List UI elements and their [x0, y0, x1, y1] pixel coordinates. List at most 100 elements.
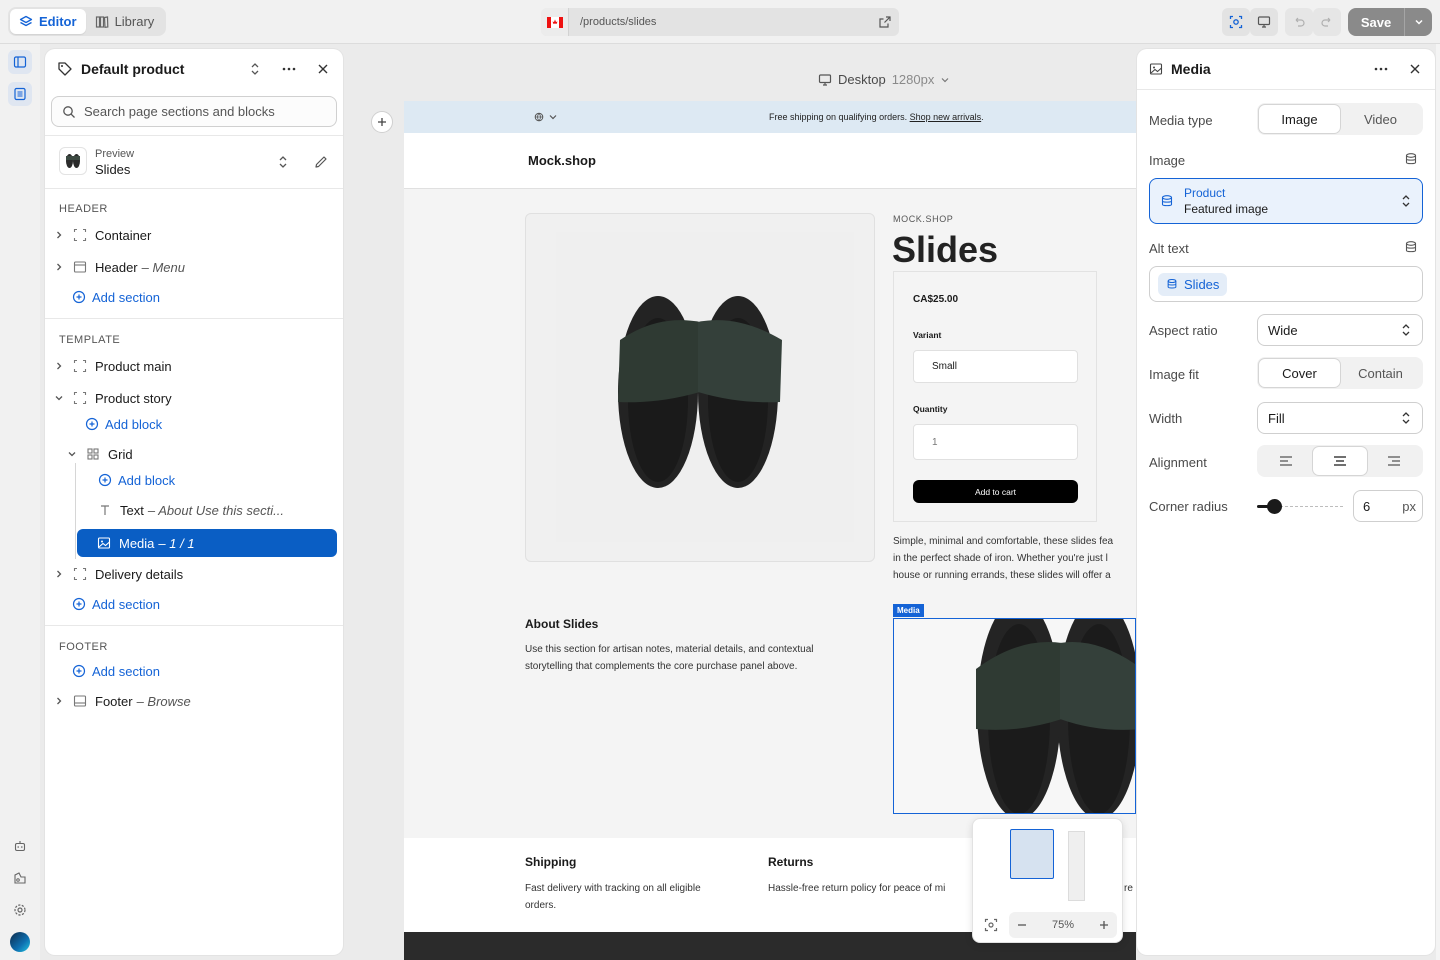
chevron-down-icon	[1414, 19, 1423, 25]
corner-radius-slider[interactable]	[1257, 490, 1345, 522]
redo-button[interactable]	[1313, 8, 1341, 36]
page-icon	[14, 87, 26, 101]
description-line: in the perfect shade of iron. Whether yo…	[893, 553, 1108, 564]
width-select[interactable]: Fill	[1257, 402, 1423, 434]
open-external-button[interactable]	[871, 8, 899, 36]
rail-sections-button[interactable]	[8, 50, 32, 74]
announcement-link[interactable]: Shop new arrivals	[910, 112, 982, 122]
tab-editor[interactable]: Editor	[10, 9, 86, 34]
add-section-button[interactable]: Add section	[72, 285, 160, 309]
alt-text-chip[interactable]: Slides	[1158, 272, 1228, 296]
rail-page-button[interactable]	[8, 82, 32, 106]
tree-item-product-story[interactable]: Product story	[53, 386, 335, 410]
connect-source-button[interactable]	[1404, 152, 1418, 166]
media-type-toggle: Image Video	[1257, 103, 1423, 135]
device-selector[interactable]: Desktop 1280px	[818, 72, 950, 87]
zoom-out-button[interactable]	[1009, 919, 1035, 931]
canada-flag-icon	[546, 16, 563, 28]
add-section-button[interactable]: Add section	[72, 659, 160, 683]
align-right-option[interactable]	[1367, 447, 1421, 475]
media-type-video-option[interactable]: Video	[1340, 105, 1421, 133]
image-label: Image	[1149, 153, 1186, 168]
tree-item-text[interactable]: Text – About Use this secti...	[98, 498, 335, 522]
chevron-right-icon	[57, 231, 62, 239]
minimap-viewport[interactable]	[1010, 829, 1054, 879]
tab-library[interactable]: Library	[86, 9, 164, 34]
add-to-cart-button[interactable]: Add to cart	[913, 480, 1078, 503]
tree-item-delivery-details[interactable]: Delivery details	[53, 562, 335, 586]
image-fit-contain-option[interactable]: Contain	[1340, 359, 1421, 387]
rail-account-button[interactable]	[8, 930, 32, 954]
quantity-input[interactable]: 1	[913, 424, 1078, 460]
search-input[interactable]: Search page sections and blocks	[51, 96, 337, 127]
close-panel-button[interactable]	[315, 61, 331, 77]
image-fit-cover-option[interactable]: Cover	[1259, 359, 1340, 387]
shop-logo[interactable]: Mock.shop	[528, 153, 596, 168]
add-section-canvas-button[interactable]	[371, 111, 393, 133]
preview-info[interactable]: Preview Slides	[95, 148, 134, 177]
edit-preview-button[interactable]	[313, 154, 329, 170]
url-text[interactable]: /products/slides	[569, 16, 871, 28]
sidebar-icon	[13, 56, 27, 68]
rail-settings-button[interactable]	[8, 898, 32, 922]
width-label: Width	[1149, 411, 1183, 426]
width-value: Fill	[1268, 410, 1285, 426]
tree-item-footer[interactable]: Footer – Browse	[53, 689, 335, 713]
slider-handle[interactable]	[1267, 499, 1282, 514]
tree-item-header[interactable]: Header – Menu	[53, 255, 335, 279]
fit-view-button[interactable]	[981, 913, 1001, 937]
zoom-in-button[interactable]	[1091, 919, 1117, 931]
save-button[interactable]: Save	[1348, 8, 1432, 36]
corner-radius-input[interactable]: 6 px	[1353, 490, 1423, 522]
image-source-select[interactable]: Product Featured image	[1149, 178, 1423, 224]
tree-item-container[interactable]: Container	[53, 223, 335, 247]
image-fit-toggle: Cover Contain	[1257, 357, 1423, 389]
announcement-text: Free shipping on qualifying orders. Shop…	[769, 112, 984, 122]
tree-item-media[interactable]: Media – 1 / 1	[77, 529, 337, 557]
add-to-cart-label: Add to cart	[974, 486, 1017, 497]
shipping-text: Fast delivery with tracking on all eligi…	[525, 880, 701, 914]
aspect-ratio-select[interactable]: Wide	[1257, 314, 1423, 346]
add-section-button[interactable]: Add section	[72, 592, 160, 616]
preview-switcher-button[interactable]	[277, 154, 289, 170]
alignment-toggle	[1257, 445, 1423, 477]
store-header: Mock.shop	[404, 133, 1136, 189]
connect-source-button[interactable]	[1404, 240, 1418, 254]
media-type-image-option[interactable]: Image	[1259, 105, 1340, 133]
country-selector[interactable]	[541, 8, 569, 36]
tree-item-grid[interactable]: Grid	[66, 442, 335, 466]
undo-button[interactable]	[1285, 8, 1313, 36]
language-selector[interactable]	[534, 111, 560, 123]
variant-select[interactable]: Small	[913, 350, 1078, 383]
url-bar[interactable]: /products/slides	[541, 8, 899, 36]
divider	[45, 135, 343, 136]
aspect-ratio-label: Aspect ratio	[1149, 323, 1218, 338]
align-center-option[interactable]	[1313, 447, 1367, 475]
save-options-button[interactable]	[1404, 8, 1432, 36]
chevron-up-down-icon	[1402, 412, 1410, 424]
rail-theme-button[interactable]	[8, 866, 32, 890]
database-icon	[1167, 278, 1177, 289]
panel-header: Default product	[45, 49, 343, 89]
selected-media-block[interactable]	[893, 618, 1136, 814]
plus-circle-icon	[72, 290, 86, 304]
tree-item-sublabel: – Menu	[141, 259, 186, 275]
product-price: CA$25.00	[913, 294, 959, 305]
tree-item-product-main[interactable]: Product main	[53, 354, 335, 378]
rail-apps-button[interactable]	[8, 834, 32, 858]
globe-chevron-icon	[534, 112, 557, 122]
more-options-button[interactable]	[1373, 61, 1389, 77]
plus-icon	[378, 118, 386, 126]
alt-text-input[interactable]: Slides	[1149, 266, 1423, 302]
canvas-minimap[interactable]: 75%	[972, 818, 1123, 943]
close-settings-button[interactable]	[1407, 61, 1423, 77]
device-preview-button[interactable]	[1250, 8, 1278, 36]
inspector-button[interactable]	[1222, 8, 1250, 36]
template-switcher-button[interactable]	[249, 61, 261, 77]
add-block-button[interactable]: Add block	[98, 468, 175, 492]
align-left-option[interactable]	[1259, 447, 1313, 475]
palette-icon	[14, 872, 26, 884]
tree-item-sublabel: – About Use this secti...	[147, 502, 284, 518]
more-options-button[interactable]	[281, 61, 297, 77]
add-block-button[interactable]: Add block	[85, 412, 162, 436]
